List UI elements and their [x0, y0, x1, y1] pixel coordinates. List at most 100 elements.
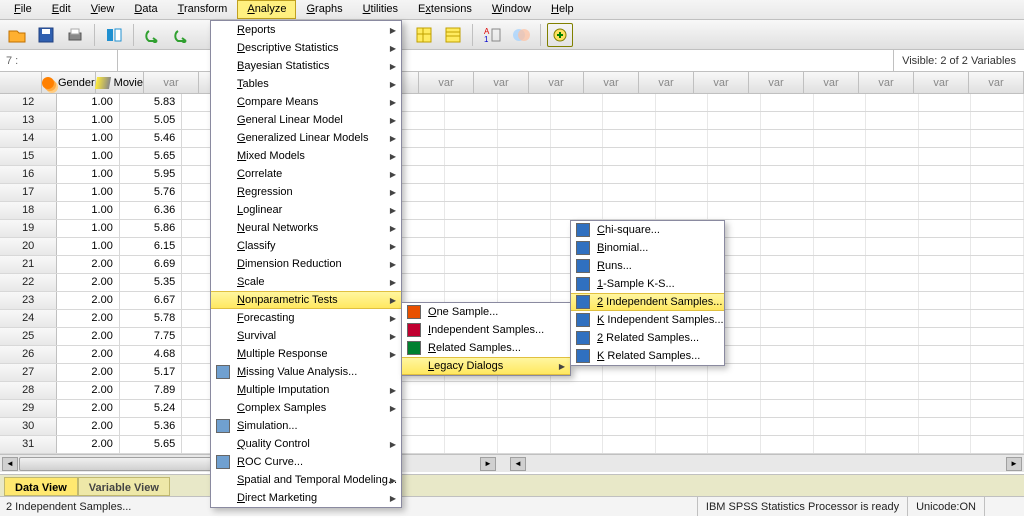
cell-empty[interactable] [708, 202, 761, 219]
cell-gender[interactable]: 2.00 [57, 292, 119, 309]
cell-empty[interactable] [919, 382, 972, 399]
cell-empty[interactable] [445, 220, 498, 237]
cell-empty[interactable] [814, 400, 867, 417]
menu-item-spatial-and-temporal-modeling[interactable]: Spatial and Temporal Modeling...▶ [211, 471, 401, 489]
cell-empty[interactable] [445, 202, 498, 219]
cell-empty[interactable] [498, 220, 551, 237]
cell-empty[interactable] [498, 400, 551, 417]
cell-empty[interactable] [814, 256, 867, 273]
cell-empty[interactable] [919, 256, 972, 273]
cell-gender[interactable]: 2.00 [57, 382, 119, 399]
menu-item-loglinear[interactable]: Loglinear▶ [211, 201, 401, 219]
cell-empty[interactable] [551, 382, 604, 399]
cell-empty[interactable] [866, 256, 919, 273]
cell-empty[interactable] [498, 256, 551, 273]
cell-movie[interactable]: 6.67 [120, 292, 182, 309]
cell-empty[interactable] [761, 202, 814, 219]
cell-movie[interactable]: 6.36 [120, 202, 182, 219]
cell-empty[interactable] [814, 94, 867, 111]
cell-movie[interactable]: 5.95 [120, 166, 182, 183]
cell-empty[interactable] [551, 130, 604, 147]
menu-item-k-independent-samples[interactable]: K Independent Samples... [571, 311, 724, 329]
cell-empty[interactable] [656, 418, 709, 435]
cell-empty[interactable] [866, 184, 919, 201]
cell-empty[interactable] [445, 418, 498, 435]
cell-empty[interactable] [971, 220, 1024, 237]
cell-empty[interactable] [656, 130, 709, 147]
menu-item-2-related-samples[interactable]: 2 Related Samples... [571, 329, 724, 347]
cell-movie[interactable]: 6.69 [120, 256, 182, 273]
scroll-right-icon-2[interactable]: ► [1006, 457, 1022, 471]
cell-empty[interactable] [761, 382, 814, 399]
row-header[interactable]: 30 [0, 418, 57, 435]
cell-empty[interactable] [814, 382, 867, 399]
cell-empty[interactable] [603, 382, 656, 399]
cell-empty[interactable] [971, 400, 1024, 417]
cell-empty[interactable] [603, 94, 656, 111]
cell-empty[interactable] [814, 130, 867, 147]
menu-item-survival[interactable]: Survival▶ [211, 327, 401, 345]
cell-empty[interactable] [919, 436, 972, 453]
cell-gender[interactable]: 2.00 [57, 436, 119, 453]
cell-gender[interactable]: 1.00 [57, 94, 119, 111]
cell-empty[interactable] [708, 94, 761, 111]
cell-gender[interactable]: 2.00 [57, 328, 119, 345]
cell-empty[interactable] [866, 364, 919, 381]
menu-item-related-samples[interactable]: Related Samples... [402, 339, 570, 357]
cell-movie[interactable]: 5.17 [120, 364, 182, 381]
cell-empty[interactable] [656, 112, 709, 129]
cell-empty[interactable] [708, 382, 761, 399]
cell-empty[interactable] [603, 436, 656, 453]
data-view-tab[interactable]: Data View [4, 477, 78, 496]
cell-empty[interactable] [498, 148, 551, 165]
cell-empty[interactable] [919, 274, 972, 291]
cell-empty[interactable] [656, 400, 709, 417]
menu-analyze[interactable]: Analyze [237, 0, 296, 19]
cell-empty[interactable] [866, 220, 919, 237]
cell-empty[interactable] [445, 400, 498, 417]
cell-movie[interactable]: 5.05 [120, 112, 182, 129]
cell-empty[interactable] [708, 418, 761, 435]
cell-empty[interactable] [603, 400, 656, 417]
cell-empty[interactable] [551, 400, 604, 417]
row-header[interactable]: 21 [0, 256, 57, 273]
menu-data[interactable]: Data [124, 0, 167, 19]
cell-empty[interactable] [814, 364, 867, 381]
cell-empty[interactable] [708, 112, 761, 129]
menu-item-chi-square[interactable]: Chi-square... [571, 221, 724, 239]
cell-empty[interactable] [866, 400, 919, 417]
cell-empty[interactable] [814, 238, 867, 255]
cell-movie[interactable]: 5.36 [120, 418, 182, 435]
use-sets-icon[interactable] [508, 23, 534, 47]
menu-item-compare-means[interactable]: Compare Means▶ [211, 93, 401, 111]
cell-empty[interactable] [708, 400, 761, 417]
column-empty-var[interactable]: var [419, 72, 474, 93]
cell-empty[interactable] [971, 94, 1024, 111]
cell-empty[interactable] [603, 148, 656, 165]
menu-item-neural-networks[interactable]: Neural Networks▶ [211, 219, 401, 237]
scroll-left-icon-2[interactable]: ◄ [510, 457, 526, 471]
cell-empty[interactable] [866, 436, 919, 453]
cell-gender[interactable]: 1.00 [57, 238, 119, 255]
cell-empty[interactable] [919, 220, 972, 237]
menu-item-multiple-response[interactable]: Multiple Response▶ [211, 345, 401, 363]
column-empty-var[interactable]: var [529, 72, 584, 93]
menu-item-regression[interactable]: Regression▶ [211, 183, 401, 201]
cell-empty[interactable] [866, 292, 919, 309]
cell-empty[interactable] [445, 436, 498, 453]
row-header[interactable]: 31 [0, 436, 57, 453]
cell-empty[interactable] [919, 94, 972, 111]
cell-empty[interactable] [761, 346, 814, 363]
menu-item-correlate[interactable]: Correlate▶ [211, 165, 401, 183]
cell-empty[interactable] [498, 436, 551, 453]
cell-empty[interactable] [498, 382, 551, 399]
print-icon[interactable] [62, 23, 88, 47]
column-empty-var[interactable]: var [914, 72, 969, 93]
cell-movie[interactable]: 5.65 [120, 436, 182, 453]
cell-empty[interactable] [971, 436, 1024, 453]
cell-empty[interactable] [866, 346, 919, 363]
cell-movie[interactable]: 5.86 [120, 220, 182, 237]
column-movie[interactable]: Movie [96, 72, 144, 93]
cell-empty[interactable] [814, 310, 867, 327]
cell-empty[interactable] [919, 112, 972, 129]
